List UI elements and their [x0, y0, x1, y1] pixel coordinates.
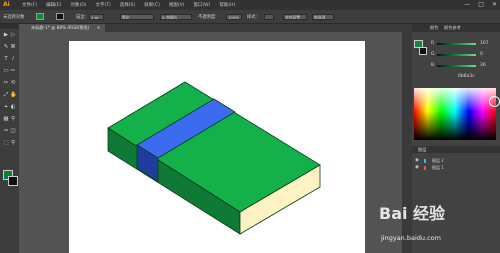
- tab-color-guide[interactable]: 颜色参考: [444, 25, 461, 31]
- spectrum-marker-icon: [489, 96, 500, 107]
- channel-b-label: B: [431, 63, 435, 68]
- layer-color-tag: [424, 166, 426, 170]
- color-panel-tabs: 颜色 颜色参考: [412, 24, 500, 32]
- layer-row[interactable]: ◉ 图层 2: [412, 158, 500, 164]
- channel-r-label: R: [431, 41, 435, 46]
- layers-panel-header: 图层: [412, 146, 500, 153]
- layer-name[interactable]: 图层 2: [432, 158, 444, 164]
- tab-color[interactable]: 颜色: [430, 25, 438, 31]
- layer-row[interactable]: ◉ 图层 1: [412, 165, 500, 171]
- channel-r-slider[interactable]: [437, 43, 476, 45]
- channel-g-label: G: [431, 52, 435, 57]
- channel-g-slider[interactable]: [437, 54, 476, 56]
- color-spectrum[interactable]: [414, 88, 496, 140]
- visibility-eye-icon[interactable]: ◉: [415, 158, 419, 164]
- tab-layers[interactable]: 图层: [418, 147, 426, 153]
- channel-b-slider[interactable]: [437, 65, 476, 67]
- panel-stroke-swatch[interactable]: [419, 47, 427, 55]
- channel-g-value[interactable]: 0: [480, 52, 483, 57]
- baidu-watermark-url: jingyan.baidu.com: [381, 234, 441, 242]
- hex-value[interactable]: 0b8a3c: [458, 74, 475, 79]
- channel-b-value[interactable]: 36: [480, 63, 486, 68]
- baidu-watermark-logo: Bai 经验: [379, 204, 446, 223]
- layer-name[interactable]: 图层 1: [432, 165, 444, 171]
- channel-r-value[interactable]: 167: [480, 41, 489, 46]
- visibility-eye-icon[interactable]: ◉: [415, 165, 419, 171]
- layer-color-tag: [424, 159, 426, 163]
